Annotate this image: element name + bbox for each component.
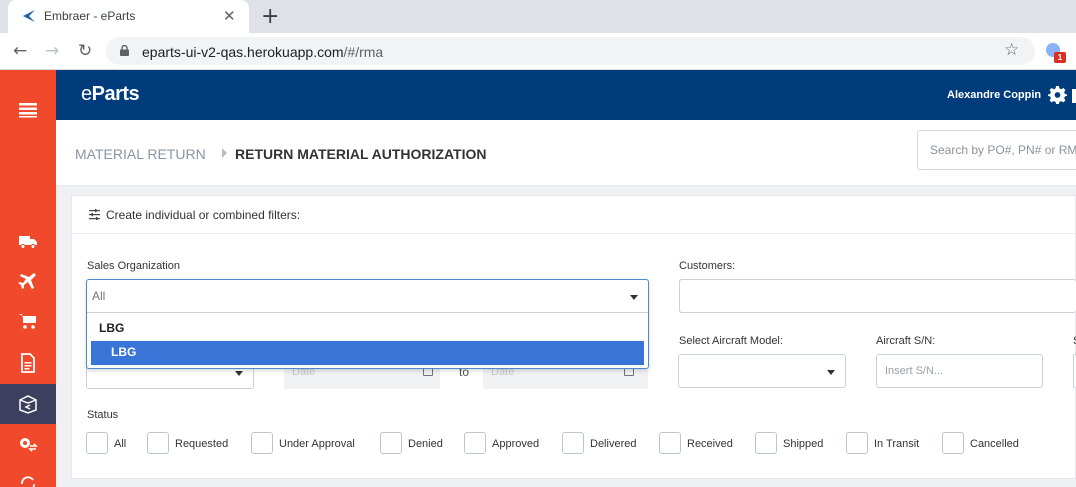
browser-tab[interactable]: Embraer - eParts ✕ xyxy=(8,0,249,33)
bookmark-star-icon[interactable]: ☆ xyxy=(1004,40,1019,60)
status-cancelled-checkbox[interactable] xyxy=(942,432,964,454)
chevron-down-icon[interactable] xyxy=(630,295,638,300)
sales-org-label: Sales Organization xyxy=(87,260,180,272)
aircraft-model-label: Select Aircraft Model: xyxy=(679,335,783,347)
url-host: eparts-ui-v2-qas.herokuapp.com xyxy=(142,44,344,60)
search-input[interactable] xyxy=(918,131,1076,169)
search-box xyxy=(917,130,1076,170)
status-under-approval-label: Under Approval xyxy=(279,438,355,450)
customers-field[interactable] xyxy=(679,279,1076,313)
back-button[interactable]: ← xyxy=(13,41,27,61)
browser-toolbar: ← → ↻ eparts-ui-v2-qas.herokuapp.com/#/r… xyxy=(0,33,1076,70)
dropdown-option[interactable]: LBG xyxy=(91,341,644,365)
filter-panel-title: Create individual or combined filters: xyxy=(106,208,301,222)
aircraft-model-select[interactable] xyxy=(678,354,846,388)
status-all-label: All xyxy=(114,438,127,450)
filter-sliders-icon xyxy=(89,209,100,220)
status-shipped-label: Shipped xyxy=(783,438,824,450)
sales-org-search xyxy=(87,280,648,313)
browser-tab-bar: Embraer - eParts ✕ + xyxy=(0,0,1076,33)
sidebar-item-parts-exchange[interactable] xyxy=(0,424,56,464)
status-in-transit-checkbox[interactable] xyxy=(846,432,868,454)
user-name[interactable]: Alexandre Coppin xyxy=(947,89,1041,101)
new-tab-button[interactable]: + xyxy=(261,4,279,29)
sidebar-item-aircraft[interactable] xyxy=(0,261,56,301)
lock-icon xyxy=(120,45,129,56)
sidebar xyxy=(0,70,56,487)
document-icon xyxy=(21,353,35,373)
status-approved-label: Approved xyxy=(492,438,540,450)
status-received-label: Received xyxy=(687,438,733,450)
sidebar-item-material-return[interactable] xyxy=(0,384,56,424)
tab-title: Embraer - eParts xyxy=(44,9,136,23)
filter-panel-header: Create individual or combined filters: xyxy=(72,196,1076,234)
app-header: eParts Alexandre Coppin xyxy=(56,70,1076,120)
forward-button[interactable]: → xyxy=(45,41,59,61)
status-delivered-checkbox[interactable] xyxy=(562,432,584,454)
customers-label: Customers: xyxy=(679,260,736,272)
status-requested-checkbox[interactable] xyxy=(147,432,169,454)
reload-button[interactable]: ↻ xyxy=(78,41,92,61)
return-package-icon xyxy=(19,395,37,414)
sales-org-dropdown: LBG LBG xyxy=(86,279,649,369)
extension-badge: 1 xyxy=(1054,52,1066,63)
sidebar-menu-toggle[interactable] xyxy=(0,90,56,130)
header-menu-edge[interactable] xyxy=(1072,89,1076,103)
url-text: eparts-ui-v2-qas.herokuapp.com/#/rma xyxy=(142,44,383,60)
dropdown-group-label: LBG xyxy=(99,321,125,335)
breadcrumb-parent[interactable]: MATERIAL RETURN xyxy=(75,146,206,162)
status-delivered-label: Delivered xyxy=(590,438,637,450)
airplane-icon xyxy=(18,273,36,289)
eparts-logo[interactable]: eParts xyxy=(81,83,140,106)
url-path: /#/rma xyxy=(343,44,384,60)
status-all-checkbox[interactable] xyxy=(86,432,108,454)
status-approved-checkbox[interactable] xyxy=(464,432,486,454)
logo-text: Parts xyxy=(91,83,140,105)
tab-close-icon[interactable]: ✕ xyxy=(223,7,236,25)
sidebar-item-sync[interactable] xyxy=(0,464,56,487)
status-received-checkbox[interactable] xyxy=(659,432,681,454)
sidebar-item-documents[interactable] xyxy=(0,343,56,383)
status-requested-label: Requested xyxy=(175,438,229,450)
logo-e: e xyxy=(81,83,92,105)
chevron-down-icon xyxy=(235,371,243,376)
breadcrumb-separator-icon xyxy=(222,148,227,158)
aircraft-sn-field xyxy=(876,354,1043,388)
status-denied-checkbox[interactable] xyxy=(380,432,402,454)
parts-exchange-icon xyxy=(20,438,38,452)
sidebar-item-shipping[interactable] xyxy=(0,221,56,261)
sync-icon xyxy=(21,476,35,487)
aircraft-sn-label: Aircraft S/N: xyxy=(876,335,936,347)
address-bar[interactable]: eparts-ui-v2-qas.herokuapp.com/#/rma xyxy=(106,37,1035,65)
menu-icon xyxy=(19,103,37,118)
status-label: Status xyxy=(87,409,119,421)
cart-icon xyxy=(19,314,36,329)
status-under-approval-checkbox[interactable] xyxy=(251,432,273,454)
gear-icon[interactable] xyxy=(1048,85,1067,104)
status-in-transit-label: In Transit xyxy=(874,438,920,450)
embraer-favicon-icon xyxy=(23,10,35,22)
sidebar-item-cart[interactable] xyxy=(0,301,56,341)
breadcrumb: MATERIAL RETURN RETURN MATERIAL AUTHORIZ… xyxy=(56,120,1076,186)
chevron-down-icon xyxy=(827,370,835,375)
status-denied-label: Denied xyxy=(408,438,443,450)
aircraft-sn-input[interactable] xyxy=(877,355,1042,387)
page-title: RETURN MATERIAL AUTHORIZATION xyxy=(235,146,487,162)
sales-org-input[interactable] xyxy=(87,280,627,312)
status-cancelled-label: Cancelled xyxy=(970,438,1019,450)
status-shipped-checkbox[interactable] xyxy=(755,432,777,454)
truck-icon xyxy=(19,236,37,249)
